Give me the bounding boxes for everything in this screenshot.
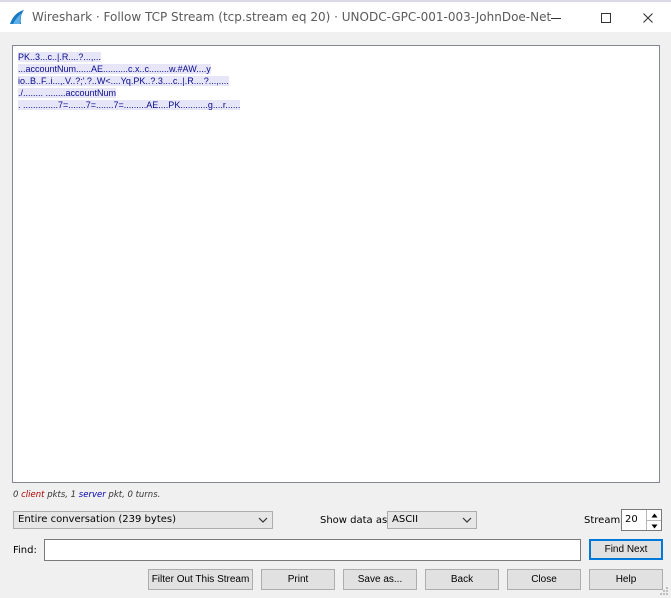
client-label: client (21, 490, 45, 500)
stream-line: ./........ ........accountNum (18, 87, 240, 99)
stream-content-area[interactable]: PK..3...c..|.R....?...,... ...accountNum… (12, 45, 660, 483)
conversation-select-value: Entire conversation (239 bytes) (18, 514, 177, 525)
stream-number-spinbox[interactable]: 20 (621, 509, 662, 531)
close-icon (643, 13, 653, 23)
client-packet-count: 0 (13, 490, 19, 500)
stream-line: PK..3...c..|.R....?...,... (18, 51, 240, 63)
resize-grip-icon[interactable] (659, 586, 669, 596)
show-data-label: Show data as (320, 515, 388, 526)
chevron-down-icon (462, 517, 472, 523)
wireshark-fin-icon (10, 10, 24, 24)
show-data-select[interactable]: ASCII (387, 511, 477, 529)
stream-text: PK..3...c..|.R....?...,... ...accountNum… (18, 51, 241, 111)
stream-line: io..B..F..i...,.V..?;'.?..W<....Yq.PK..?… (18, 75, 240, 87)
save-as-button[interactable]: Save as... (343, 569, 417, 590)
window-title: Wireshark · Follow TCP Stream (tcp.strea… (32, 10, 552, 24)
stream-line-text: ./........ ........accountNum (18, 88, 117, 98)
stream-line-text: PK..3...c..|.R....?...,... (18, 52, 101, 62)
back-button[interactable]: Back (425, 569, 499, 590)
triangle-down-icon (651, 524, 657, 528)
minimize-icon (551, 18, 561, 19)
print-button[interactable]: Print (261, 569, 335, 590)
packet-summary: 0 client pkts, 1 server pkt, 0 turns. (13, 490, 160, 500)
spin-down-button[interactable] (647, 520, 661, 531)
stream-line-text: ...accountNum......AE..........c.x..c...… (18, 64, 211, 74)
packet-summary-mid: pkts, 1 (47, 490, 77, 500)
spinbox-arrows (646, 510, 661, 530)
triangle-up-icon (651, 513, 657, 517)
chevron-down-icon (258, 517, 268, 523)
stream-number-value: 20 (625, 514, 638, 525)
packet-summary-tail: pkt, 0 turns. (108, 490, 161, 500)
close-window-button[interactable] (625, 4, 671, 32)
find-next-button[interactable]: Find Next (589, 539, 663, 560)
find-input[interactable] (44, 539, 581, 561)
spin-up-button[interactable] (647, 510, 661, 520)
maximize-button[interactable] (583, 4, 629, 32)
stream-line-text: . ..............7=.......7=.......7=....… (18, 100, 241, 110)
stream-line-text: io..B..F..i...,.V..?;'.?..W<....Yq.PK..?… (18, 76, 229, 86)
stream-line: . ..............7=.......7=.......7=....… (18, 99, 241, 111)
stream-line: ...accountNum......AE..........c.x..c...… (18, 63, 240, 75)
close-button[interactable]: Close (507, 569, 581, 590)
find-label: Find: (13, 545, 37, 556)
maximize-icon (601, 13, 611, 23)
stream-number-label: Stream (584, 515, 621, 526)
filter-out-stream-button[interactable]: Filter Out This Stream (148, 569, 253, 590)
show-data-select-value: ASCII (392, 514, 419, 525)
title-bar: Wireshark · Follow TCP Stream (tcp.strea… (0, 2, 671, 32)
minimize-button[interactable] (533, 4, 579, 32)
conversation-select[interactable]: Entire conversation (239 bytes) (13, 511, 273, 529)
help-button[interactable]: Help (589, 569, 663, 590)
server-label: server (78, 490, 106, 500)
